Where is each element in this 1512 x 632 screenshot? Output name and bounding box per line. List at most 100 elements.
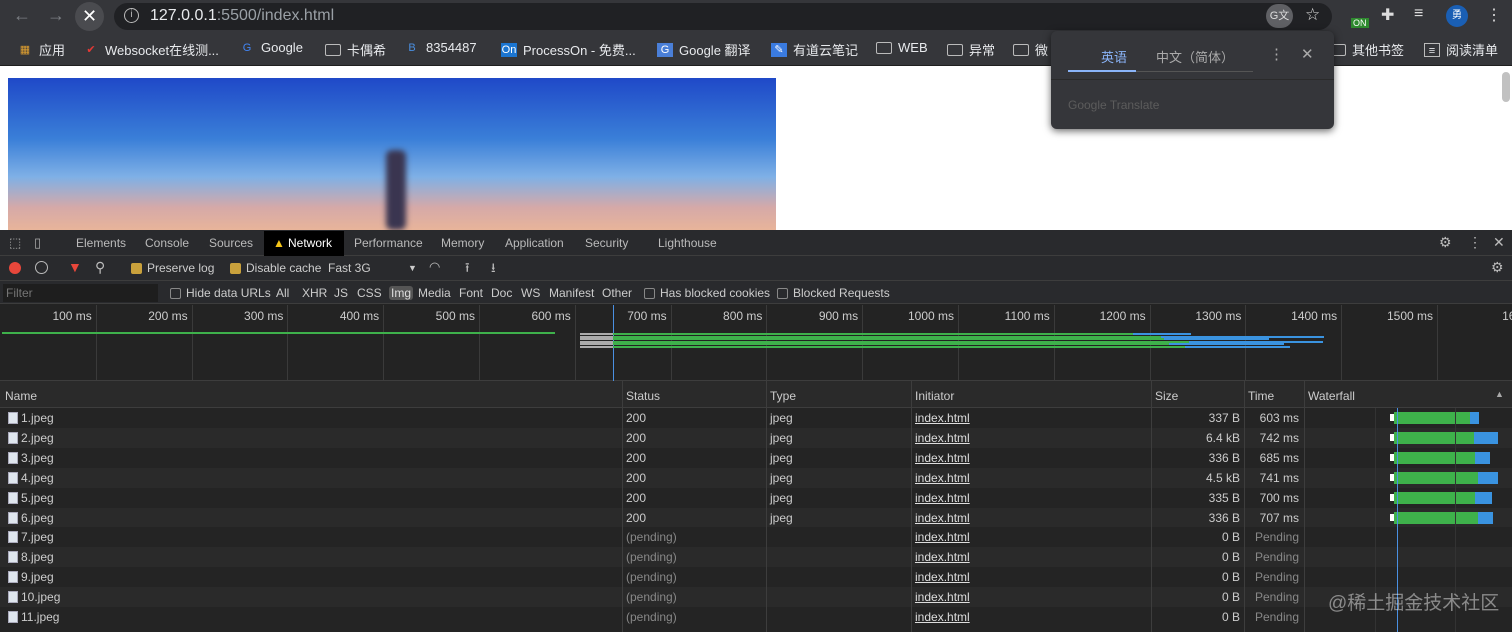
extensions-puzzle-icon[interactable]: ✚: [1381, 5, 1394, 25]
column-header-time[interactable]: Time: [1248, 389, 1274, 403]
type-filter-all[interactable]: All: [276, 286, 289, 300]
translate-tab-source[interactable]: 英语: [1101, 47, 1127, 66]
checkbox[interactable]: [230, 262, 241, 274]
more-options-icon[interactable]: ⋮: [1468, 234, 1482, 251]
tab-sources[interactable]: Sources: [209, 236, 253, 250]
reading-list[interactable]: ≡ 阅读清单: [1424, 40, 1498, 59]
request-name[interactable]: 9.jpeg: [8, 570, 54, 584]
table-row[interactable]: 6.jpeg 200 jpeg index.html 336 B 707 ms: [0, 507, 1512, 528]
checkbox[interactable]: [777, 287, 788, 299]
tab-performance[interactable]: Performance: [354, 236, 423, 250]
table-row[interactable]: 2.jpeg 200 jpeg index.html 6.4 kB 742 ms: [0, 427, 1512, 448]
import-har-icon[interactable]: ⭱: [465, 259, 470, 281]
type-filter-media[interactable]: Media: [418, 286, 451, 300]
table-row[interactable]: 8.jpeg (pending) index.html 0 B Pending: [0, 547, 1512, 568]
table-row[interactable]: 9.jpeg (pending) index.html 0 B Pending: [0, 567, 1512, 588]
initiator-link[interactable]: index.html: [915, 491, 970, 505]
initiator-link[interactable]: index.html: [915, 511, 970, 525]
bookmark-item[interactable]: 卡偶希: [325, 40, 386, 59]
hide-data-urls-checkbox[interactable]: Hide data URLs: [170, 286, 271, 300]
throttle-select[interactable]: Fast 3G ▼: [328, 261, 418, 275]
table-row[interactable]: 10.jpeg (pending) index.html 0 B Pending: [0, 587, 1512, 608]
initiator-link[interactable]: index.html: [915, 550, 970, 564]
checkbox[interactable]: [170, 287, 181, 299]
stop-loading-button[interactable]: ✕: [75, 2, 104, 31]
request-name[interactable]: 7.jpeg: [8, 530, 54, 544]
bookmark-item[interactable]: WEB: [876, 40, 928, 55]
tab-security[interactable]: Security: [585, 236, 628, 250]
bookmark-item[interactable]: B 8354487: [404, 40, 476, 55]
request-name[interactable]: 1.jpeg: [8, 411, 54, 425]
disable-cache-checkbox[interactable]: Disable cache: [230, 261, 321, 275]
type-filter-font[interactable]: Font: [459, 286, 483, 300]
filter-input[interactable]: [3, 284, 158, 302]
network-conditions-icon[interactable]: ◠: [429, 259, 440, 275]
tab-network[interactable]: ▲ Network: [273, 236, 332, 250]
other-bookmarks[interactable]: 其他书签: [1330, 40, 1404, 59]
column-header-size[interactable]: Size: [1155, 389, 1178, 403]
initiator-link[interactable]: index.html: [915, 411, 970, 425]
request-name[interactable]: 5.jpeg: [8, 491, 54, 505]
tab-application[interactable]: Application: [505, 236, 564, 250]
tab-lighthouse[interactable]: Lighthouse: [658, 236, 717, 250]
column-header-waterfall[interactable]: Waterfall: [1308, 389, 1355, 403]
type-filter-xhr[interactable]: XHR: [302, 286, 327, 300]
table-row[interactable]: 5.jpeg 200 jpeg index.html 335 B 700 ms: [0, 487, 1512, 508]
request-name[interactable]: 8.jpeg: [8, 550, 54, 564]
bookmark-item[interactable]: G Google: [239, 40, 303, 55]
initiator-link[interactable]: index.html: [915, 590, 970, 604]
request-name[interactable]: 10.jpeg: [8, 590, 60, 604]
has-blocked-cookies-checkbox[interactable]: Has blocked cookies: [644, 286, 770, 300]
request-name[interactable]: 11.jpeg: [8, 610, 59, 624]
column-header-type[interactable]: Type: [770, 389, 796, 403]
preserve-log-checkbox[interactable]: Preserve log: [131, 261, 214, 275]
column-header-status[interactable]: Status: [626, 389, 660, 403]
bookmark-item[interactable]: ✔ Websocket在线测...: [83, 40, 219, 59]
tab-memory[interactable]: Memory: [441, 236, 484, 250]
device-toolbar-icon[interactable]: ▯: [34, 235, 41, 251]
bookmark-item[interactable]: On ProcessOn - 免费...: [501, 40, 636, 59]
bookmark-item[interactable]: 微: [1013, 40, 1048, 59]
filter-funnel-icon[interactable]: ▼: [68, 259, 82, 275]
avatar[interactable]: 勇: [1446, 5, 1468, 27]
forward-button[interactable]: →: [45, 5, 67, 26]
table-row[interactable]: 7.jpeg (pending) index.html 0 B Pending: [0, 527, 1512, 548]
url-text[interactable]: 127.0.0.1:5500/index.html: [150, 7, 334, 25]
translate-options-icon[interactable]: ⋮: [1269, 45, 1284, 63]
column-header-initiator[interactable]: Initiator: [915, 389, 954, 403]
star-icon[interactable]: ☆: [1305, 5, 1320, 25]
checkbox[interactable]: [644, 287, 655, 299]
request-name[interactable]: 3.jpeg: [8, 451, 54, 465]
type-filter-doc[interactable]: Doc: [491, 286, 512, 300]
table-row[interactable]: 1.jpeg 200 jpeg index.html 337 B 603 ms: [0, 408, 1512, 428]
network-settings-gear-icon[interactable]: ⚙: [1491, 259, 1504, 276]
type-filter-css[interactable]: CSS: [357, 286, 382, 300]
type-filter-img[interactable]: Img: [389, 286, 414, 300]
initiator-link[interactable]: index.html: [915, 610, 970, 624]
translate-icon[interactable]: G文: [1266, 4, 1293, 28]
record-button[interactable]: [9, 262, 21, 274]
info-icon[interactable]: i: [124, 8, 139, 23]
sort-asc-icon[interactable]: ▲: [1495, 389, 1504, 399]
table-row[interactable]: 3.jpeg 200 jpeg index.html 336 B 685 ms: [0, 447, 1512, 468]
type-filter-ws[interactable]: WS: [521, 286, 540, 300]
request-name[interactable]: 4.jpeg: [8, 471, 54, 485]
initiator-link[interactable]: index.html: [915, 431, 970, 445]
type-filter-js[interactable]: JS: [334, 286, 348, 300]
bookmark-item[interactable]: ✎ 有道云笔记: [771, 40, 858, 59]
close-icon[interactable]: ✕: [1301, 45, 1314, 63]
tab-elements[interactable]: Elements: [76, 236, 126, 250]
search-icon[interactable]: ⚲: [95, 259, 105, 276]
type-filter-manifest[interactable]: Manifest: [549, 286, 594, 300]
table-row[interactable]: 4.jpeg 200 jpeg index.html 4.5 kB 741 ms: [0, 467, 1512, 488]
export-har-icon[interactable]: ⭳: [491, 259, 496, 281]
bookmark-item[interactable]: 异常: [947, 40, 995, 59]
request-name[interactable]: 2.jpeg: [8, 431, 54, 445]
bookmark-item[interactable]: G Google 翻译: [657, 40, 751, 59]
initiator-link[interactable]: index.html: [915, 570, 970, 584]
back-button[interactable]: ←: [11, 5, 33, 26]
settings-gear-icon[interactable]: ⚙: [1439, 234, 1452, 251]
initiator-link[interactable]: index.html: [915, 451, 970, 465]
tab-console[interactable]: Console: [145, 236, 189, 250]
media-queue-icon[interactable]: ≡: [1414, 5, 1423, 23]
